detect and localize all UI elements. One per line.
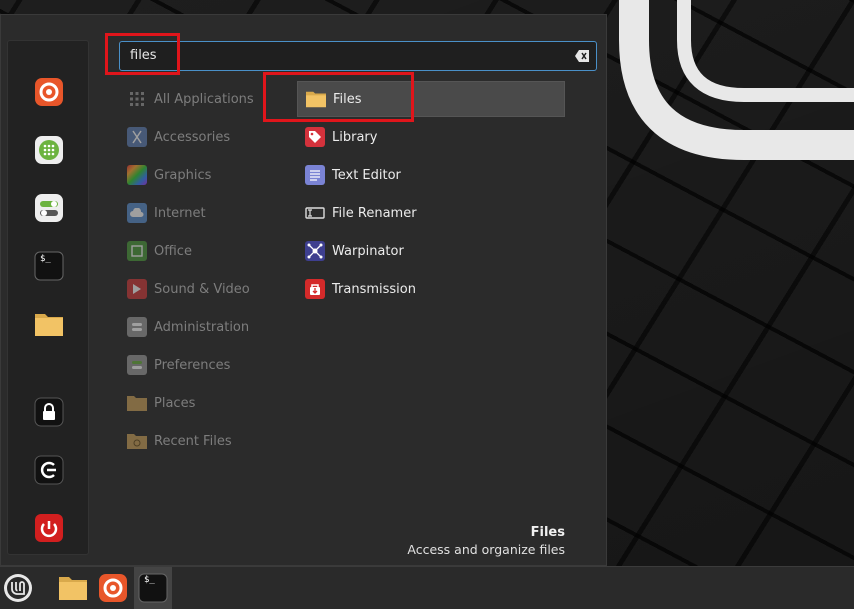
- toggle-icon: [35, 194, 63, 222]
- category-label: Office: [154, 243, 192, 259]
- taskbar-terminal-launcher[interactable]: $_: [134, 567, 172, 609]
- highlight-search-annotation: [105, 33, 180, 75]
- result-text-editor[interactable]: Text Editor: [297, 157, 565, 193]
- preferences-icon: [127, 355, 147, 375]
- category-label: Recent Files: [154, 433, 232, 449]
- category-office[interactable]: Office: [127, 238, 192, 264]
- taskbar-files-launcher[interactable]: [54, 567, 92, 609]
- result-warpinator[interactable]: Warpinator: [297, 233, 565, 269]
- favorite-terminal[interactable]: $_: [34, 251, 64, 281]
- cloud-icon: [127, 203, 147, 223]
- transmission-icon: [305, 279, 325, 299]
- graphics-icon: [127, 165, 147, 185]
- result-label: Text Editor: [332, 167, 401, 183]
- category-label: Graphics: [154, 167, 212, 183]
- search-input[interactable]: files: [119, 41, 597, 71]
- firefox-icon: [99, 574, 127, 602]
- favorite-software-manager[interactable]: [34, 135, 64, 165]
- category-sound-video[interactable]: Sound & Video: [127, 276, 250, 302]
- file-renamer-icon: [305, 203, 325, 223]
- clear-text-icon[interactable]: [575, 50, 589, 62]
- highlight-files-annotation: [263, 72, 414, 122]
- play-icon: [127, 279, 147, 299]
- text-editor-icon: [305, 165, 325, 185]
- category-places[interactable]: Places: [127, 390, 195, 416]
- favorite-logout[interactable]: [34, 455, 64, 485]
- grid-icon: [35, 136, 63, 164]
- terminal-glyph: $_: [144, 575, 155, 585]
- result-label: Warpinator: [332, 243, 404, 259]
- description-title: Files: [530, 525, 565, 540]
- category-label: All Applications: [154, 91, 254, 107]
- category-label: Places: [154, 395, 196, 411]
- folder-icon: [59, 577, 87, 600]
- result-transmission[interactable]: Transmission: [297, 271, 565, 307]
- logout-icon: [34, 455, 64, 485]
- mint-logo-watermark: [619, 0, 854, 160]
- result-label: Library: [332, 129, 378, 145]
- power-icon: [35, 514, 63, 542]
- category-label: Sound & Video: [154, 281, 250, 297]
- category-internet[interactable]: Internet: [127, 200, 206, 226]
- favorite-files[interactable]: [34, 309, 64, 339]
- terminal-glyph: $_: [40, 254, 51, 264]
- favorite-shutdown[interactable]: [34, 513, 64, 543]
- menu-button[interactable]: [0, 567, 36, 609]
- favorite-firefox[interactable]: [34, 77, 64, 107]
- mint-menu-icon: [4, 574, 32, 602]
- places-folder-icon: [127, 393, 147, 413]
- category-recent-files[interactable]: Recent Files: [127, 428, 232, 454]
- category-label: Accessories: [154, 129, 231, 145]
- result-file-renamer[interactable]: File Renamer: [297, 195, 565, 231]
- result-library[interactable]: Library: [297, 119, 565, 155]
- folder-icon: [35, 314, 63, 336]
- taskbar-firefox-launcher[interactable]: [94, 567, 132, 609]
- category-all-applications[interactable]: All Applications: [127, 86, 254, 112]
- firefox-icon: [35, 78, 63, 106]
- category-graphics[interactable]: Graphics: [127, 162, 211, 188]
- lock-icon: [34, 397, 64, 427]
- category-label: Internet: [154, 205, 206, 221]
- recent-folder-icon: [127, 431, 147, 451]
- administration-icon: [127, 317, 147, 337]
- description-text: Access and organize files: [407, 542, 565, 557]
- favorite-settings[interactable]: [34, 193, 64, 223]
- all-apps-icon: [127, 89, 147, 109]
- category-accessories[interactable]: Accessories: [127, 124, 230, 150]
- category-administration[interactable]: Administration: [127, 314, 249, 340]
- category-label: Administration: [154, 319, 250, 335]
- office-icon: [127, 241, 147, 261]
- result-label: File Renamer: [332, 205, 417, 221]
- result-label: Transmission: [332, 281, 416, 297]
- warpinator-icon: [305, 241, 325, 261]
- scissors-icon: [127, 127, 147, 147]
- taskbar: $_: [0, 566, 854, 609]
- favorite-lock[interactable]: [34, 397, 64, 427]
- category-label: Preferences: [154, 357, 231, 373]
- category-preferences[interactable]: Preferences: [127, 352, 230, 378]
- favorites-sidebar: $_: [7, 40, 89, 555]
- tag-icon: [305, 127, 325, 147]
